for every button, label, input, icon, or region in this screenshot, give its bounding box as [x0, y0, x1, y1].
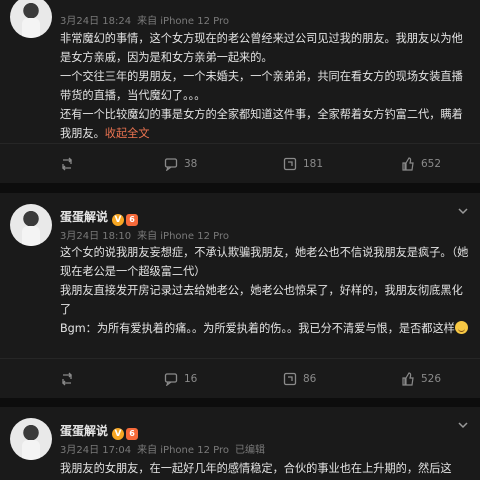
post-date: 3月24日 17:04	[60, 445, 132, 456]
share-count: 181	[303, 158, 324, 170]
repost-icon	[62, 372, 72, 386]
post-source: 来自 iPhone 12 Pro	[137, 16, 229, 27]
post-date: 3月24日 18:10	[60, 231, 132, 242]
share-icon	[283, 157, 297, 171]
post-body: 这个女的说我朋友妄想症，不承认欺骗我朋友，她老公也不信说我朋友是疯子。（她现在老…	[60, 243, 470, 338]
share-button[interactable]: 181	[283, 144, 323, 184]
verified-badge-icon: V	[112, 428, 125, 440]
action-bar: 16 86 526	[0, 358, 480, 398]
repost-button[interactable]	[60, 144, 80, 184]
weibo-post: 3月24日 18:24 来自 iPhone 12 Pro 非常魔幻的事情，这个女方…	[0, 0, 480, 183]
like-count: 526	[421, 373, 442, 385]
verified-badge-icon: V	[112, 214, 125, 226]
level-badge-icon: 6	[126, 428, 139, 440]
post-paragraph: 这个女的说我朋友妄想症，不承认欺骗我朋友，她老公也不信说我朋友是疯子。（她现在老…	[60, 246, 469, 278]
author-name[interactable]: 蛋蛋解说 V 6	[60, 208, 139, 226]
thumbs-up-icon	[402, 157, 414, 171]
share-button[interactable]: 86	[283, 359, 316, 399]
repost-button[interactable]	[60, 359, 80, 399]
comment-count: 16	[184, 373, 198, 385]
post-date: 3月24日 18:24	[60, 16, 132, 27]
collapse-link[interactable]: 收起全文	[105, 127, 150, 140]
post-meta: 3月24日 18:10 来自 iPhone 12 Pro	[60, 227, 235, 242]
post-paragraph: 还有一个比较魔幻的事是女方的全家都知道这件事，全家帮着女方钓富二代，瞒着我朋友。…	[60, 108, 463, 140]
post-paragraph: 非常魔幻的事情，这个女方现在的老公曾经来过公司见过我的朋友。我朋友以为他是女方亲…	[60, 32, 463, 64]
comment-button[interactable]: 16	[164, 359, 197, 399]
thumbs-up-icon	[402, 372, 414, 386]
action-bar: 38 181 652	[0, 143, 480, 183]
like-button[interactable]: 526	[401, 359, 441, 399]
post-body: 非常魔幻的事情，这个女方现在的老公曾经来过公司见过我的朋友。我朋友以为他是女方亲…	[60, 29, 470, 143]
like-button[interactable]: 652	[401, 144, 441, 184]
post-paragraph: 一个交往三年的男朋友，一个未婚夫，一个亲弟弟，共同在看女方的现场女装直播带货的直…	[60, 70, 463, 102]
post-meta: 3月24日 17:04 来自 iPhone 12 Pro 已编辑	[60, 441, 271, 456]
comment-count: 38	[184, 158, 198, 170]
avatar[interactable]	[10, 418, 52, 460]
avatar[interactable]	[10, 0, 52, 38]
post-paragraph: Bgm：为所有爱执着的痛。。为所爱执着的伤。。我已分不清爱与恨，是否都这样	[60, 319, 470, 338]
post-source: 来自 iPhone 12 Pro	[137, 231, 229, 242]
chevron-down-icon[interactable]	[456, 204, 470, 218]
comment-icon	[164, 158, 178, 171]
post-divider	[0, 398, 480, 407]
post-paragraph: 我朋友直接发开房记录过去给她老公，她老公也惊呆了，好样的，我朋友彻底黑化了	[60, 284, 463, 316]
post-source: 来自 iPhone 12 Pro	[137, 445, 229, 456]
laughing-emoji-icon	[454, 321, 468, 334]
comment-icon	[164, 373, 178, 386]
post-paragraph: 我朋友的女朋友，在一起好几年的感情稳定，合伙的事业也在上升期的，然后这	[60, 462, 452, 475]
weibo-post: 蛋蛋解说 V 6 3月24日 18:10 来自 iPhone 12 Pro 这个女的说…	[0, 193, 480, 398]
chevron-down-icon[interactable]	[456, 418, 470, 432]
avatar[interactable]	[10, 204, 52, 246]
post-body: 我朋友的女朋友，在一起好几年的感情稳定，合伙的事业也在上升期的，然后这	[60, 459, 470, 478]
weibo-post: 蛋蛋解说 V 6 3月24日 17:04 来自 iPhone 12 Pro 已编辑 我朋…	[0, 407, 480, 480]
like-count: 652	[421, 158, 442, 170]
share-icon	[283, 372, 297, 386]
share-count: 86	[303, 373, 317, 385]
repost-icon	[62, 157, 72, 171]
comment-button[interactable]: 38	[164, 144, 197, 184]
edited-label: 已编辑	[234, 445, 265, 456]
author-name[interactable]: 蛋蛋解说 V 6	[60, 422, 139, 440]
post-meta: 3月24日 18:24 来自 iPhone 12 Pro	[60, 12, 235, 27]
level-badge-icon: 6	[126, 214, 139, 226]
post-divider	[0, 183, 480, 193]
